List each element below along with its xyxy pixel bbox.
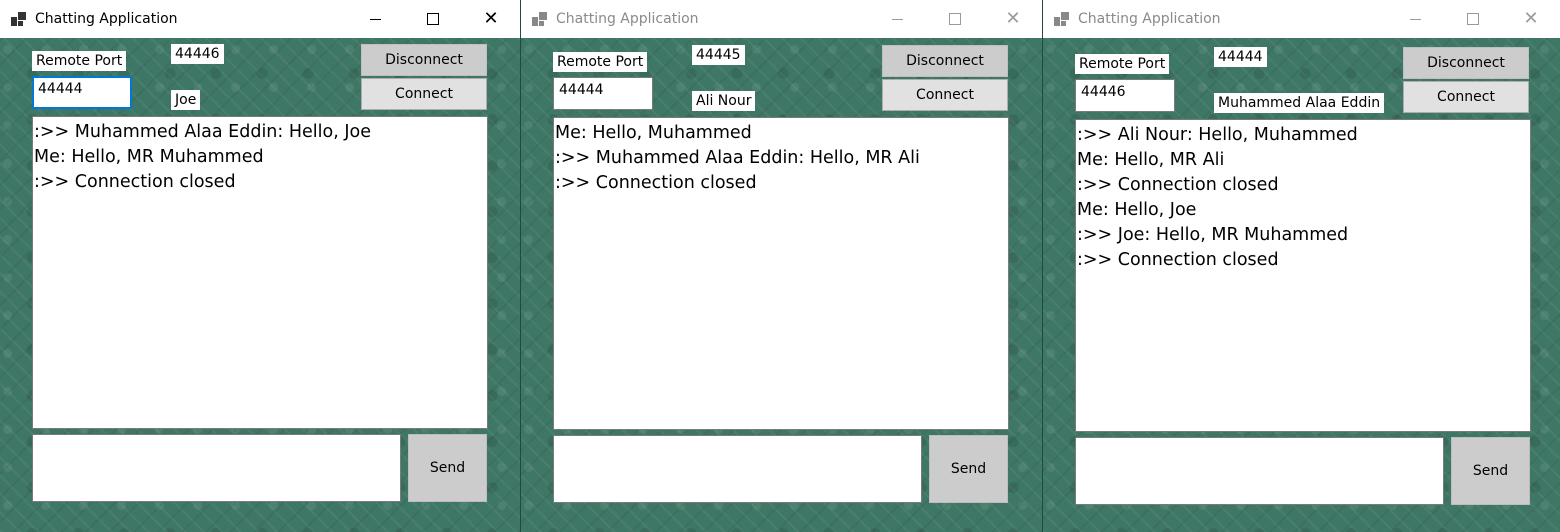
- local-port-label: 44445: [692, 45, 745, 65]
- app-windows-icon: [1054, 11, 1070, 27]
- minimize-button[interactable]: [1386, 0, 1444, 38]
- chat-message: Me: Hello, Joe: [1077, 200, 1197, 220]
- minimize-icon: [891, 18, 903, 20]
- chat-message: Me: Hello, MR Ali: [1077, 150, 1225, 170]
- message-input[interactable]: [32, 434, 401, 502]
- user-name-label: Ali Nour: [692, 91, 756, 111]
- remote-port-input[interactable]: 44444: [553, 77, 653, 110]
- remote-port-label: Remote Port: [1075, 54, 1170, 74]
- chat-window-1: Chatting Application ✕ Remote Port 44446…: [0, 0, 520, 532]
- maximize-icon: [949, 13, 961, 25]
- remote-port-input[interactable]: 44446: [1075, 79, 1175, 112]
- chat-message: Me: Hello, MR Muhammed: [34, 147, 264, 167]
- minimize-icon: [369, 18, 381, 20]
- close-icon: ✕: [483, 8, 499, 29]
- remote-port-label: Remote Port: [32, 51, 127, 71]
- maximize-button[interactable]: [404, 0, 462, 38]
- chat-window-3: Chatting Application ✕ Remote Port 44444…: [1043, 0, 1560, 532]
- disconnect-button[interactable]: Disconnect: [882, 45, 1008, 77]
- maximize-button[interactable]: [926, 0, 984, 38]
- maximize-button[interactable]: [1444, 0, 1502, 38]
- disconnect-button[interactable]: Disconnect: [1403, 47, 1529, 79]
- chat-message: :>> Joe: Hello, MR Muhammed: [1077, 225, 1349, 245]
- close-button[interactable]: ✕: [1502, 0, 1560, 38]
- remote-port-input[interactable]: 44444: [32, 76, 132, 109]
- title-bar[interactable]: Chatting Application ✕: [521, 0, 1042, 38]
- close-button[interactable]: ✕: [984, 0, 1042, 38]
- close-icon: ✕: [1005, 8, 1021, 29]
- local-port-label: 44444: [1214, 47, 1267, 67]
- close-button[interactable]: ✕: [462, 0, 520, 38]
- chat-message: :>> Connection closed: [34, 172, 236, 192]
- remote-port-label: Remote Port: [553, 52, 648, 72]
- send-button[interactable]: Send: [1451, 437, 1530, 505]
- app-windows-icon: [532, 11, 548, 27]
- user-name-label: Muhammed Alaa Eddin: [1214, 93, 1385, 113]
- connect-button[interactable]: Connect: [361, 78, 487, 110]
- chat-message: Me: Hello, Muhammed: [555, 123, 752, 143]
- chat-window-2: Chatting Application ✕ Remote Port 44445…: [521, 0, 1042, 532]
- window-title: Chatting Application: [35, 11, 178, 27]
- disconnect-button[interactable]: Disconnect: [361, 44, 487, 76]
- window-title: Chatting Application: [556, 11, 699, 27]
- chat-history[interactable]: :>> Ali Nour: Hello, Muhammed Me: Hello,…: [1075, 119, 1531, 432]
- title-bar[interactable]: Chatting Application ✕: [0, 0, 520, 38]
- minimize-icon: [1409, 18, 1421, 20]
- connect-button[interactable]: Connect: [882, 79, 1008, 111]
- chat-message: :>> Connection closed: [1077, 250, 1279, 270]
- connect-button[interactable]: Connect: [1403, 81, 1529, 113]
- message-input[interactable]: [553, 435, 922, 503]
- maximize-icon: [427, 13, 439, 25]
- user-name-label: Joe: [171, 90, 201, 110]
- send-button[interactable]: Send: [929, 435, 1008, 503]
- chat-history[interactable]: Me: Hello, Muhammed :>> Muhammed Alaa Ed…: [553, 117, 1009, 430]
- minimize-button[interactable]: [346, 0, 404, 38]
- title-bar[interactable]: Chatting Application ✕: [1043, 0, 1560, 38]
- chat-message: :>> Connection closed: [1077, 175, 1279, 195]
- send-button[interactable]: Send: [408, 434, 487, 502]
- app-windows-icon: [11, 11, 27, 27]
- chat-message: :>> Connection closed: [555, 173, 757, 193]
- chat-message: :>> Muhammed Alaa Eddin: Hello, Joe: [34, 122, 371, 142]
- minimize-button[interactable]: [868, 0, 926, 38]
- chat-message: :>> Ali Nour: Hello, Muhammed: [1077, 125, 1358, 145]
- maximize-icon: [1467, 13, 1479, 25]
- chat-message: :>> Muhammed Alaa Eddin: Hello, MR Ali: [555, 148, 920, 168]
- window-title: Chatting Application: [1078, 11, 1221, 27]
- close-icon: ✕: [1523, 8, 1539, 29]
- message-input[interactable]: [1075, 437, 1444, 505]
- local-port-label: 44446: [171, 44, 224, 64]
- chat-history[interactable]: :>> Muhammed Alaa Eddin: Hello, Joe Me: …: [32, 116, 488, 429]
